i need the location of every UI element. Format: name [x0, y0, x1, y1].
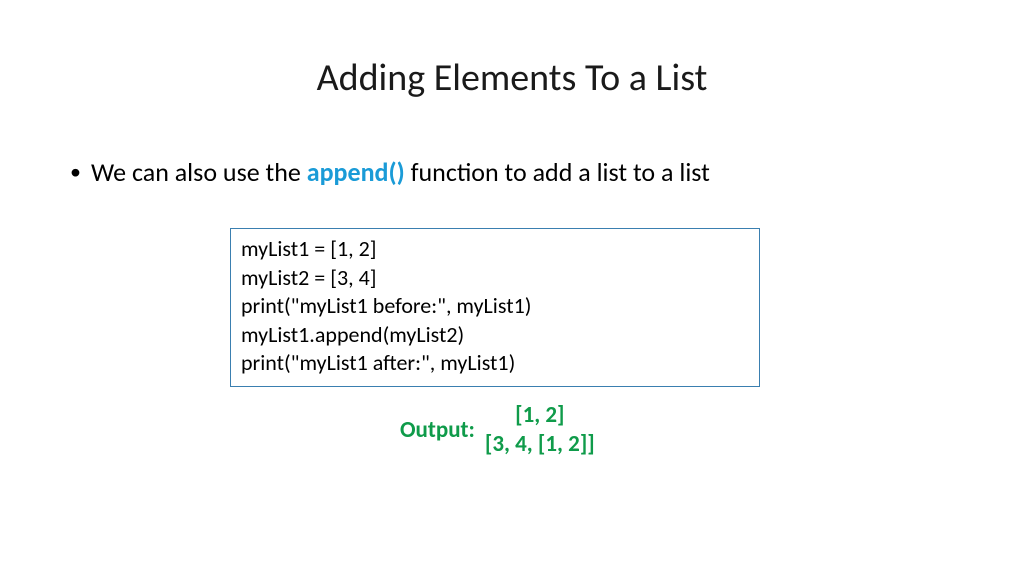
bullet-post: function to add a list to a list: [405, 156, 710, 188]
output-line: [3, 4, [1, 2]]: [485, 430, 595, 459]
code-line: myList1.append(myList2): [241, 321, 749, 350]
code-line: print("myList1 before:", myList1): [241, 292, 749, 321]
bullet-highlight: append(): [307, 156, 405, 188]
code-line: myList2 = [3, 4]: [241, 264, 749, 293]
slide: Adding Elements To a List • We can also …: [0, 0, 1024, 576]
code-line: print("myList1 after:", myList1): [241, 349, 749, 378]
bullet-pre: We can also use the: [91, 156, 307, 188]
code-line: myList1 = [1, 2]: [241, 235, 749, 264]
bullet-dot-icon: •: [70, 161, 81, 183]
output-line: [1, 2]: [515, 401, 564, 430]
slide-title: Adding Elements To a List: [0, 0, 1024, 101]
output-values: [1, 2] [3, 4, [1, 2]]: [485, 401, 595, 459]
output-block: Output: [1, 2] [3, 4, [1, 2]]: [400, 401, 1024, 459]
bullet-text: We can also use the append() function to…: [91, 156, 710, 188]
bullet-item: • We can also use the append() function …: [70, 156, 1024, 188]
code-box: myList1 = [1, 2] myList2 = [3, 4] print(…: [230, 228, 760, 387]
output-label: Output:: [400, 416, 475, 444]
